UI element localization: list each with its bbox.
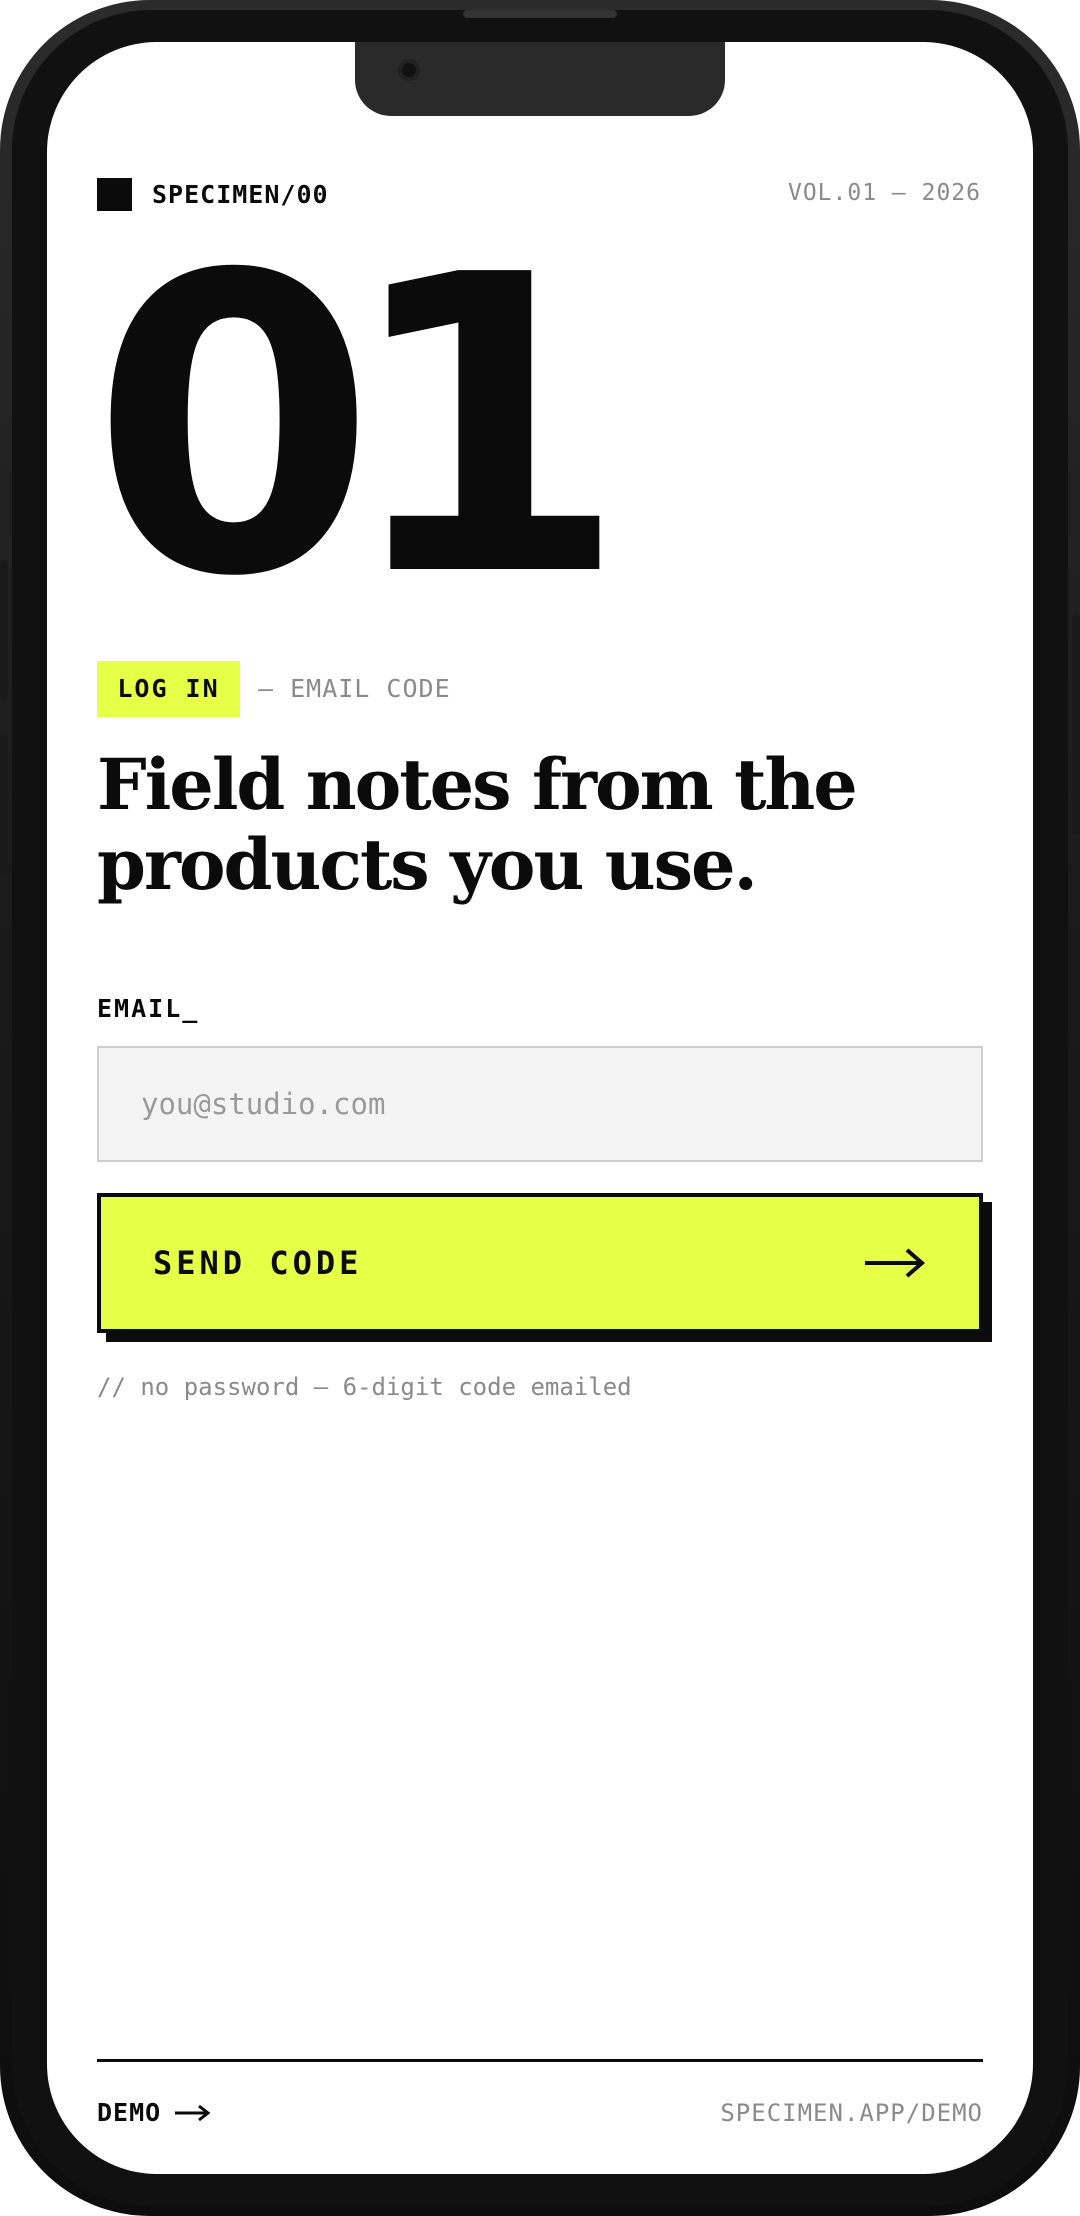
email-field[interactable] [97, 1046, 983, 1162]
volume-label: VOL.01 — 2026 [787, 180, 981, 206]
demo-link[interactable]: DEMO [97, 2096, 211, 2130]
login-tag-subtitle: — EMAIL CODE [258, 674, 451, 703]
arrow-right-icon [865, 1248, 926, 1278]
arrow-right-icon [175, 2104, 211, 2122]
demo-link-label: DEMO [97, 2098, 162, 2127]
footer-url[interactable]: SPECIMEN.APP/DEMO [720, 2096, 983, 2130]
speaker-grille [463, 10, 617, 18]
phone-frame: SPECIMEN/00 VOL.01 — 2026 01 LOG IN — EM… [0, 0, 1080, 2216]
volume-up-button [0, 560, 8, 700]
email-label: EMAIL_ [97, 994, 200, 1023]
login-tag: LOG IN [97, 661, 240, 717]
front-camera-icon [398, 59, 420, 81]
power-button [1072, 615, 1080, 835]
notch [355, 42, 725, 116]
volume-down-button [0, 735, 8, 875]
send-code-button[interactable]: SEND CODE [97, 1193, 983, 1333]
login-hint: // no password — 6-digit code emailed [97, 1373, 632, 1401]
hero-number: 01 [91, 188, 628, 666]
screen: SPECIMEN/00 VOL.01 — 2026 01 LOG IN — EM… [47, 42, 1033, 2174]
send-code-label: SEND CODE [153, 1244, 363, 1282]
footer-divider [97, 2059, 983, 2062]
page-headline: Field notes from the products you use. [97, 743, 858, 906]
